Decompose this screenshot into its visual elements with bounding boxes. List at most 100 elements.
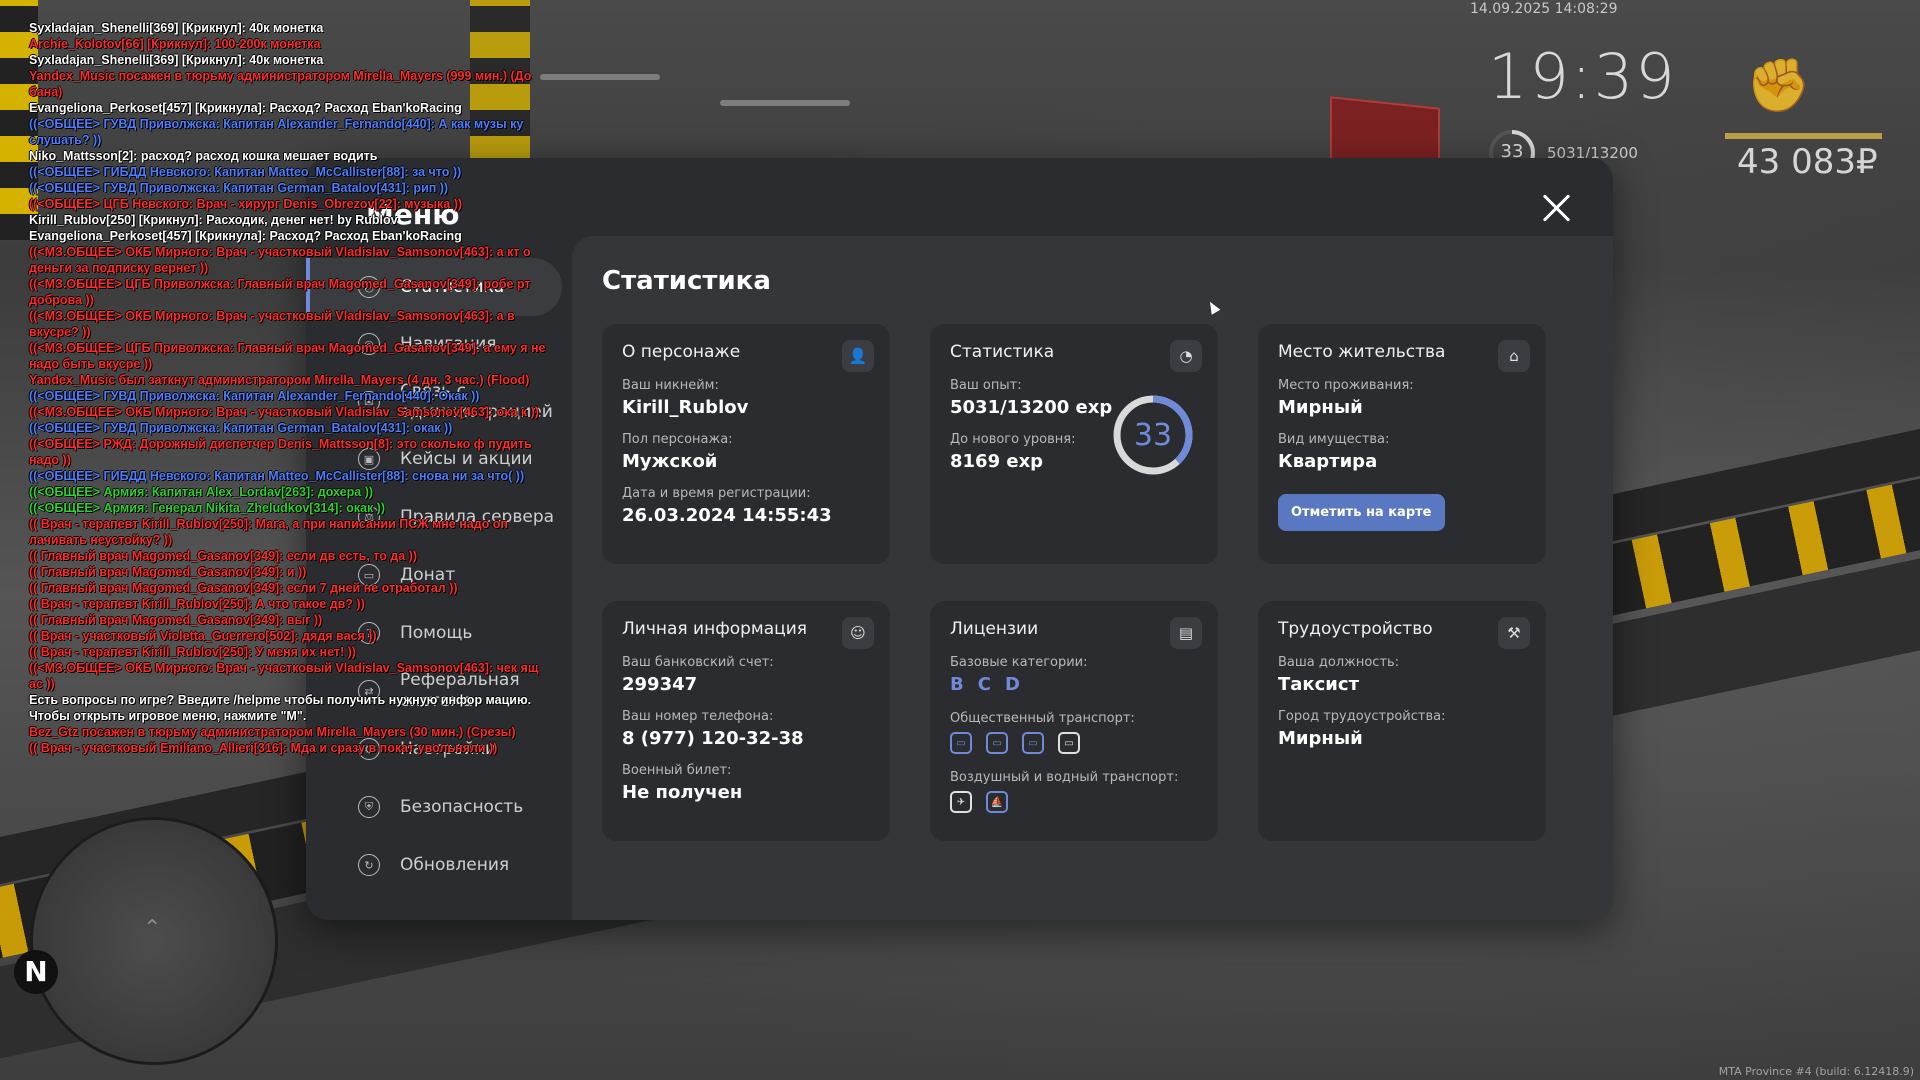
card-title: О персонаже bbox=[622, 342, 741, 362]
chat-message: (( Главный врач Magomed_Gasanov[349]: ес… bbox=[29, 549, 417, 563]
license-category: C bbox=[977, 674, 991, 695]
sex-value: Мужской bbox=[622, 451, 718, 472]
air-water-label: Воздушный и водный транспорт: bbox=[950, 770, 1179, 785]
mark-on-map-button[interactable]: Отметить на карте bbox=[1278, 494, 1445, 531]
chat-message: (( Главный врач Magomed_Gasanov[349]: вы… bbox=[29, 613, 323, 627]
character-card: О персонаже 👤 Ваш никнейм: Kirill_Rublov… bbox=[602, 324, 890, 564]
bus-icon: ▭ bbox=[986, 732, 1008, 754]
base-categories-label: Базовые категории: bbox=[950, 655, 1088, 670]
trolleybus-icon: ▭ bbox=[1022, 732, 1044, 754]
card-title: Трудоустройство bbox=[1278, 619, 1433, 639]
tram-icon: ▭ bbox=[950, 732, 972, 754]
bank-value: 299347 bbox=[622, 674, 698, 695]
fist-icon: ✊ bbox=[1746, 56, 1811, 116]
position-label: Ваша должность: bbox=[1278, 655, 1400, 670]
boat-icon: ⛵ bbox=[986, 791, 1008, 813]
chat-message: (( Врач - терапевт Kirill_Rublov[250]: М… bbox=[29, 517, 508, 547]
chat-message: Kirill_Rublov[250] [Крикнул]: Расходик, … bbox=[29, 213, 398, 227]
profile-icon: ☺ bbox=[842, 617, 874, 649]
sex-label: Пол персонажа: bbox=[622, 432, 733, 447]
reg-label: Дата и время регистрации: bbox=[622, 486, 811, 501]
chat-message: ((<ОБЩЕЕ> Армия: Капитан Alex_Lordav[263… bbox=[29, 485, 374, 499]
licenses-card: Лицензии ▤ Базовые категории: B C D Обще… bbox=[930, 601, 1218, 841]
chat-message: ((<ОБЩЕЕ> РЖД: Дорожный диспетчер Denis_… bbox=[29, 437, 532, 467]
chat-message: (( Главный врач Magomed_Gasanov[349]: и … bbox=[29, 565, 307, 579]
exp-label: Ваш опыт: bbox=[950, 378, 1022, 393]
place-label: Место проживания: bbox=[1278, 378, 1414, 393]
chat-message: Archie_Kolotov[66] [Крикнул]: 100-200к м… bbox=[29, 37, 321, 51]
chart-icon: ◔ bbox=[1170, 340, 1202, 372]
chat-message: Niko_Mattsson[2]: расход? расход кошка м… bbox=[29, 149, 378, 163]
minimap bbox=[30, 817, 278, 1065]
close-button[interactable] bbox=[1537, 188, 1577, 228]
card-title: Личная информация bbox=[622, 619, 808, 639]
chat-message: Yandex_Music был заткнут администратором… bbox=[29, 373, 530, 387]
content-title: Статистика bbox=[602, 266, 771, 296]
document-icon: ▤ bbox=[1170, 617, 1202, 649]
ceiling-light bbox=[720, 100, 850, 106]
chat-message: ((<МЗ.ОБЩЕЕ> ОКБ Мирного: Врач - участко… bbox=[29, 405, 539, 419]
chat-message: (( Врач - терапевт Kirill_Rublov[250]: У… bbox=[29, 645, 356, 659]
hud-money-bar bbox=[1725, 133, 1882, 139]
chat-message: (( Врач - участковый Emiliano_Allieri[31… bbox=[29, 741, 498, 755]
plane-icon: ✈ bbox=[950, 791, 972, 813]
reg-value: 26.03.2024 14:55:43 bbox=[622, 505, 832, 526]
hud-datetime: 14.09.2025 14:08:29 bbox=[1470, 1, 1618, 17]
content-panel: Статистика О персонаже 👤 Ваш никнейм: Ki… bbox=[572, 236, 1613, 920]
user-icon: 👤 bbox=[842, 340, 874, 372]
chat-message: (( Врач - участковый Violetta_Guerrero[5… bbox=[29, 629, 377, 643]
base-categories: B C D bbox=[950, 674, 1198, 695]
level-value: 33 bbox=[1133, 417, 1173, 453]
job-card: Трудоустройство ⚒ Ваша должность: Таксис… bbox=[1258, 601, 1546, 841]
chat-message: ((<МЗ.ОБЩЕЕ> ЦГБ Приволжска: Главный вра… bbox=[29, 277, 531, 307]
phone-label: Ваш номер телефона: bbox=[622, 709, 774, 724]
train-icon: ▭ bbox=[1058, 732, 1080, 754]
chat-message: ((<МЗ.ОБЩЕЕ> ЦГБ Приволжска: Главный вра… bbox=[29, 341, 546, 371]
shield-icon: ⛨ bbox=[358, 796, 380, 818]
chat-message: ((<ОБЩЕЕ> ГУВД Приволжска: Капитан Germa… bbox=[29, 181, 449, 195]
bank-label: Ваш банковский счет: bbox=[622, 655, 774, 670]
hud-clock: 19:39 bbox=[1488, 40, 1677, 113]
chat-message: ((<ОБЩЕЕ> ГИБДД Невского: Капитан Matteo… bbox=[29, 165, 462, 179]
job-city-label: Город трудоустройства: bbox=[1278, 709, 1446, 724]
chat-message: ((<ОБЩЕЕ> ГУВД Приволжска: Капитан Germa… bbox=[29, 421, 453, 435]
card-title: Лицензии bbox=[950, 619, 1039, 639]
chat-message: ((<ОБЩЕЕ> ГУВД Приволжска: Капитан Alexa… bbox=[29, 389, 480, 403]
sidebar-item-label: Безопасность bbox=[400, 796, 524, 817]
nick-value: Kirill_Rublov bbox=[622, 397, 749, 418]
public-transport-label: Общественный транспорт: bbox=[950, 711, 1135, 726]
sidebar-item[interactable]: ⛨ Безопасность bbox=[306, 778, 562, 836]
chat-message: Syxladajan_Shenelli[369] [Крикнул]: 40к … bbox=[29, 53, 324, 67]
license-category: B bbox=[950, 674, 964, 695]
player-arrow-icon: ⌃ bbox=[143, 916, 162, 941]
chat-message: ((<МЗ.ОБЩЕЕ> ОКБ Мирного: Врач - участко… bbox=[29, 309, 515, 339]
sidebar-item[interactable]: ↻ Обновления bbox=[306, 836, 562, 894]
build-info: MTA Province #4 (build: 6.12418.9) bbox=[1718, 1065, 1914, 1078]
chat-message: Bez_Gtz посажен в тюрьму администратором… bbox=[29, 725, 516, 739]
north-indicator: N bbox=[14, 950, 58, 994]
military-value: Не получен bbox=[622, 782, 743, 803]
place-value: Мирный bbox=[1278, 397, 1363, 418]
chat-message: ((<ОБЩЕЕ> ГУВД Приволжска: Капитан Alexa… bbox=[29, 117, 524, 147]
house-icon: ⌂ bbox=[1498, 340, 1530, 372]
property-label: Вид имущества: bbox=[1278, 432, 1390, 447]
stats-card: Статистика ◔ Ваш опыт: 5031/13200 exp До… bbox=[930, 324, 1218, 564]
hud-money: 43 083₽ bbox=[1737, 142, 1878, 182]
chat-message: Evangeliona_Perkoset[457] [Крикнула]: Ра… bbox=[29, 101, 462, 115]
property-value: Квартира bbox=[1278, 451, 1378, 472]
sidebar-item-label: Обновления bbox=[400, 854, 510, 875]
chat-log: Syxladajan_Shenelli[369] [Крикнул]: 40к … bbox=[29, 20, 549, 756]
chat-message: (( Главный врач Magomed_Gasanov[349]: ес… bbox=[29, 581, 458, 595]
phone-value: 8 (977) 120-32-38 bbox=[622, 728, 804, 749]
chat-message: (( Врач - терапевт Kirill_Rublov[250]: А… bbox=[29, 597, 365, 611]
license-category: D bbox=[1004, 674, 1020, 695]
personal-card: Личная информация ☺ Ваш банковский счет:… bbox=[602, 601, 890, 841]
chat-message: ((<ОБЩЕЕ> ГИБДД Невского: Капитан Matteo… bbox=[29, 469, 525, 483]
residence-card: Место жительства ⌂ Место проживания: Мир… bbox=[1258, 324, 1546, 564]
chat-message: ((<МЗ.ОБЩЕЕ> ОКБ Мирного: Врач - участко… bbox=[29, 245, 531, 275]
air-water-icons: ✈ ⛵ bbox=[950, 791, 1198, 813]
ceiling-light bbox=[540, 74, 660, 80]
hammer-icon: ⚒ bbox=[1498, 617, 1530, 649]
chat-message: Есть вопросы по игре? Введите /helpme чт… bbox=[29, 693, 532, 707]
refresh-icon: ↻ bbox=[358, 854, 380, 876]
